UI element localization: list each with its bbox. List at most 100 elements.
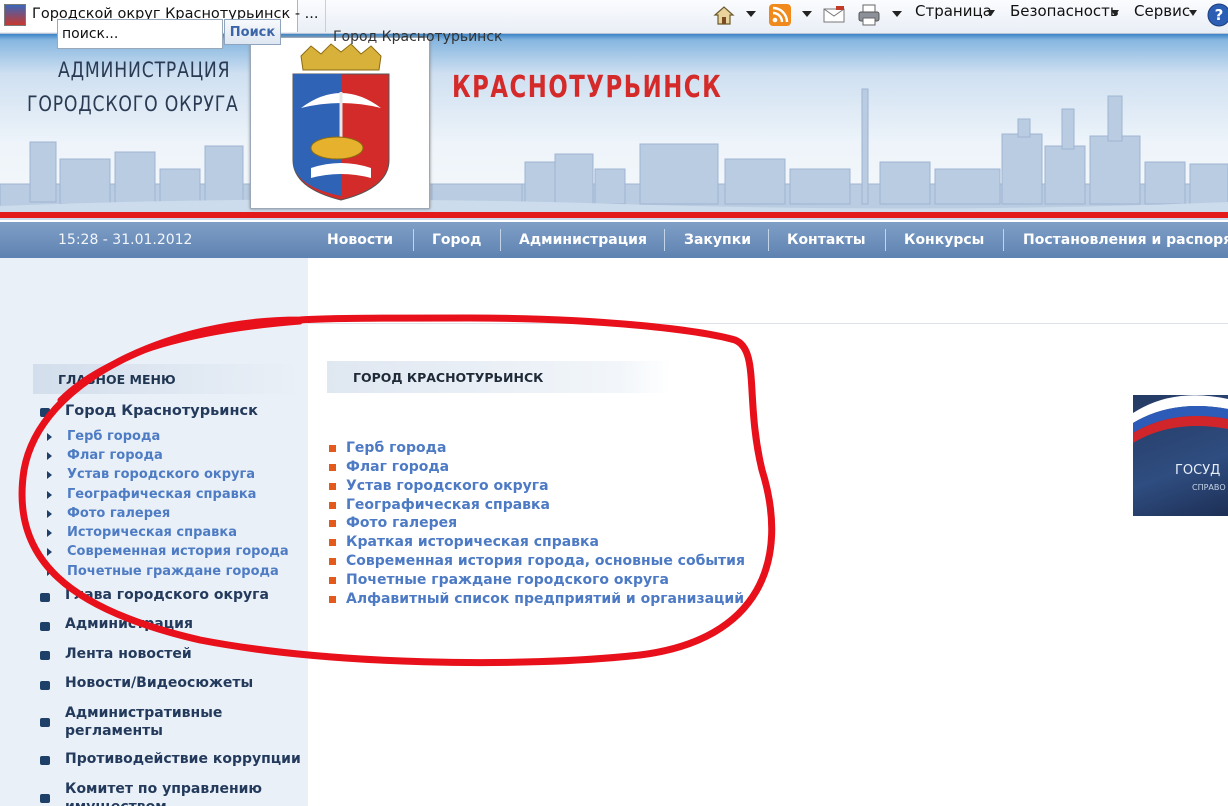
rss-dropdown-chevron-icon[interactable] bbox=[802, 11, 812, 17]
safety-menu[interactable]: Безопасность bbox=[1010, 2, 1119, 20]
government-services-banner[interactable]: ГОСУД СПРАВО bbox=[1133, 395, 1228, 516]
nav-separator bbox=[768, 229, 769, 251]
list-bullet-icon bbox=[329, 464, 336, 471]
submenu-arrow-icon bbox=[47, 568, 52, 576]
content-link-organizations-list[interactable]: Алфавитный список предприятий и организа… bbox=[346, 591, 744, 607]
city-title: КРАСНОТУРЬИНСК bbox=[452, 70, 723, 105]
home-dropdown-chevron-icon[interactable] bbox=[746, 11, 756, 17]
banner-subtitle: СПРАВО bbox=[1192, 483, 1226, 492]
sidebar-subitem-charter[interactable]: Устав городского округа bbox=[67, 467, 255, 482]
new-tab-button[interactable] bbox=[300, 0, 326, 32]
tools-menu[interactable]: Сервис bbox=[1134, 2, 1190, 20]
site-header: АДМИНИСТРАЦИЯ ГОРОДСКОГО ОКРУГА КРАСНОТУ… bbox=[0, 34, 1228, 220]
admin-title-line2: ГОРОДСКОГО ОКРУГА bbox=[27, 92, 239, 116]
nav-news[interactable]: Новости bbox=[327, 232, 393, 248]
content-link-coat-of-arms[interactable]: Герб города bbox=[346, 440, 446, 456]
home-icon[interactable] bbox=[712, 3, 736, 27]
sidebar-subitem-modern-history[interactable]: Современная история города bbox=[67, 544, 289, 559]
breadcrumb-panel bbox=[308, 258, 1228, 324]
menu-bullet-icon bbox=[40, 651, 50, 660]
nav-administration[interactable]: Администрация bbox=[519, 232, 647, 248]
list-bullet-icon bbox=[329, 502, 336, 509]
list-bullet-icon bbox=[329, 558, 336, 565]
svg-text:?: ? bbox=[1215, 6, 1224, 24]
menu-bullet-icon bbox=[40, 681, 50, 690]
page-menu[interactable]: Страница bbox=[915, 2, 992, 20]
print-icon[interactable] bbox=[857, 3, 881, 27]
search-input[interactable] bbox=[57, 19, 223, 49]
content-link-flag[interactable]: Флаг города bbox=[346, 459, 449, 475]
content-link-geography[interactable]: Географическая справка bbox=[346, 497, 550, 513]
content-link-modern-history[interactable]: Современная история города, основные соб… bbox=[346, 553, 745, 569]
submenu-arrow-icon bbox=[47, 433, 52, 441]
nav-contests[interactable]: Конкурсы bbox=[904, 232, 984, 248]
tools-menu-chevron-icon[interactable] bbox=[1189, 10, 1197, 16]
submenu-arrow-icon bbox=[47, 491, 52, 499]
nav-city[interactable]: Город bbox=[432, 232, 482, 248]
sidebar-item-property-committee[interactable]: Комитет по управлению имуществом bbox=[65, 780, 275, 806]
list-bullet-icon bbox=[329, 596, 336, 603]
menu-bullet-icon bbox=[40, 593, 50, 602]
coat-of-arms-emblem bbox=[292, 43, 390, 201]
page-menu-chevron-icon[interactable] bbox=[987, 10, 995, 16]
submenu-arrow-icon bbox=[47, 471, 52, 479]
header-red-divider bbox=[0, 212, 1228, 218]
list-bullet-icon bbox=[329, 445, 336, 452]
submenu-arrow-icon bbox=[47, 510, 52, 518]
nav-resolutions[interactable]: Постановления и распоря bbox=[1023, 232, 1228, 248]
sidebar-item-news-videos[interactable]: Новости/Видеосюжеты bbox=[65, 674, 253, 692]
breadcrumb: Город Краснотурьинск bbox=[333, 29, 503, 45]
content-link-short-history[interactable]: Краткая историческая справка bbox=[346, 534, 599, 550]
sidebar-subitem-photo-gallery[interactable]: Фото галерея bbox=[67, 506, 170, 521]
nav-separator bbox=[413, 229, 414, 251]
read-mail-icon[interactable] bbox=[822, 3, 846, 27]
menu-bullet-icon bbox=[40, 408, 50, 417]
content-link-photo-gallery[interactable]: Фото галерея bbox=[346, 515, 457, 531]
sidebar-item-regulations[interactable]: Административные регламенты bbox=[65, 704, 265, 740]
main-menu-header: ГЛАВНОЕ МЕНЮ bbox=[33, 364, 303, 394]
list-bullet-icon bbox=[329, 577, 336, 584]
safety-menu-chevron-icon[interactable] bbox=[1111, 10, 1119, 16]
content-link-charter[interactable]: Устав городского округа bbox=[346, 478, 549, 494]
nav-separator bbox=[500, 229, 501, 251]
admin-title-line1: АДМИНИСТРАЦИЯ bbox=[58, 58, 231, 82]
menu-bullet-icon bbox=[40, 794, 50, 803]
sidebar-item-head-of-district[interactable]: Глава городского округа bbox=[65, 586, 269, 604]
sidebar-subitem-coat-of-arms[interactable]: Герб города bbox=[67, 429, 160, 444]
sidebar-subitem-geography[interactable]: Географическая справка bbox=[67, 487, 256, 502]
sidebar-subitem-history[interactable]: Историческая справка bbox=[67, 525, 237, 540]
nav-separator bbox=[1003, 229, 1004, 251]
sidebar-subitem-honorary-citizens[interactable]: Почетные граждане города bbox=[67, 564, 279, 579]
section-title: ГОРОД КРАСНОТУРЬИНСК bbox=[353, 370, 544, 385]
submenu-arrow-icon bbox=[47, 452, 52, 460]
main-menu-title: ГЛАВНОЕ МЕНЮ bbox=[58, 372, 176, 387]
sidebar-item-administration[interactable]: Администрация bbox=[65, 615, 193, 633]
menu-bullet-icon bbox=[40, 622, 50, 631]
sidebar-item-anti-corruption[interactable]: Противодействие коррупции bbox=[65, 750, 301, 768]
menu-bullet-icon bbox=[40, 756, 50, 765]
banner-title: ГОСУД bbox=[1175, 463, 1221, 478]
sidebar-subitem-flag[interactable]: Флаг города bbox=[67, 448, 163, 463]
russian-flag-ribbon-icon bbox=[1133, 395, 1228, 443]
nav-separator bbox=[885, 229, 886, 251]
list-bullet-icon bbox=[329, 483, 336, 490]
search-button[interactable]: Поиск bbox=[224, 19, 281, 45]
nav-separator bbox=[664, 229, 665, 251]
sidebar-item-news-feed[interactable]: Лента новостей bbox=[65, 645, 192, 663]
section-header: ГОРОД КРАСНОТУРЬИНСК bbox=[327, 361, 671, 393]
help-icon[interactable]: ? bbox=[1207, 3, 1228, 27]
print-dropdown-chevron-icon[interactable] bbox=[892, 11, 902, 17]
menu-bullet-icon bbox=[40, 718, 50, 727]
nav-procurement[interactable]: Закупки bbox=[684, 232, 751, 248]
date-time-display: 15:28 - 31.01.2012 bbox=[58, 232, 193, 248]
sidebar-item-city[interactable]: Город Краснотурьинск bbox=[65, 402, 258, 420]
coat-of-arms-logo[interactable] bbox=[250, 37, 430, 209]
search-panel bbox=[0, 258, 308, 324]
nav-contacts[interactable]: Контакты bbox=[787, 232, 866, 248]
content-link-honorary-citizens[interactable]: Почетные граждане городского округа bbox=[346, 572, 669, 588]
submenu-arrow-icon bbox=[47, 548, 52, 556]
submenu-arrow-icon bbox=[47, 529, 52, 537]
rss-feed-icon[interactable] bbox=[768, 3, 792, 27]
list-bullet-icon bbox=[329, 520, 336, 527]
main-navbar: 15:28 - 31.01.2012 Новости Город Админис… bbox=[0, 222, 1228, 258]
